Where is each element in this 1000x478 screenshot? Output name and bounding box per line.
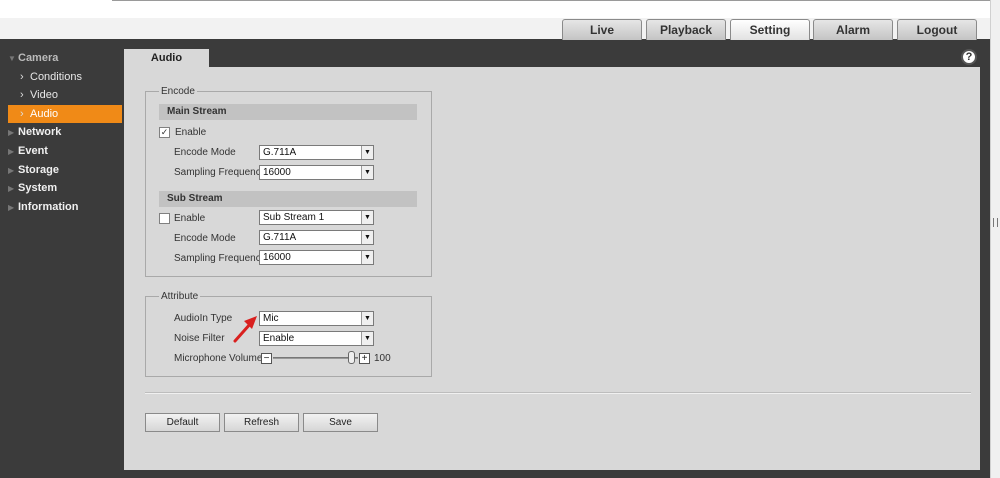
sidebar-item-conditions[interactable]: › Conditions — [8, 68, 122, 86]
main-stream-enable-checkbox[interactable]: ✓ — [159, 127, 170, 138]
dropdown-arrow-icon: ▼ — [361, 231, 373, 244]
main-stream-enable-label: Enable — [175, 127, 207, 138]
audioin-type-label: AudioIn Type — [174, 313, 233, 324]
audioin-type-select[interactable]: Mic ▼ — [259, 311, 374, 326]
select-value: 16000 — [263, 252, 291, 263]
main-stream-header: Main Stream — [159, 104, 417, 120]
volume-slider-track[interactable] — [273, 357, 358, 359]
expand-triangle-icon: ▶ — [8, 128, 15, 137]
sub-encode-mode-select[interactable]: G.711A ▼ — [259, 230, 374, 245]
tab-audio[interactable]: Audio — [124, 49, 209, 68]
microphone-volume-label: Microphone Volume — [174, 353, 263, 364]
noise-filter-select[interactable]: Enable ▼ — [259, 331, 374, 346]
sidebar-item-video[interactable]: › Video — [8, 86, 122, 104]
main-sampling-label: Sampling Frequency — [174, 167, 266, 178]
sidebar-item-label: Audio — [30, 108, 59, 120]
volume-slider-handle[interactable] — [348, 351, 355, 364]
sidebar-item-label: Storage — [18, 164, 59, 176]
encode-legend: Encode — [159, 86, 197, 97]
sidebar-item-system[interactable]: ▶ System — [8, 179, 57, 197]
noise-filter-label: Noise Filter — [174, 333, 225, 344]
main-encode-mode-label: Encode Mode — [174, 147, 236, 158]
collapse-triangle-icon: ▼ — [8, 54, 16, 63]
sub-stream-enable-checkbox[interactable] — [159, 213, 170, 224]
section-divider — [145, 392, 971, 394]
dropdown-arrow-icon: ▼ — [361, 332, 373, 345]
tab-live[interactable]: Live — [562, 19, 642, 40]
sidebar-item-label: Video — [30, 89, 58, 101]
select-value: G.711A — [263, 147, 297, 158]
red-arrow-icon — [233, 316, 257, 343]
sidebar-item-camera[interactable]: ▼ Camera — [8, 49, 58, 67]
app-root: Live Playback Setting Alarm Logout ▼ Came… — [0, 0, 1000, 478]
save-button[interactable]: Save — [303, 413, 378, 432]
attribute-legend: Attribute — [159, 291, 201, 302]
select-value: G.711A — [263, 232, 297, 243]
expand-triangle-icon: ▶ — [8, 147, 15, 156]
sidebar-item-label: Event — [18, 145, 48, 157]
top-strip — [0, 0, 990, 18]
sidebar-item-audio[interactable]: › Audio — [8, 105, 122, 123]
volume-value: 100 — [374, 353, 391, 364]
tab-logout[interactable]: Logout — [897, 19, 977, 40]
refresh-button[interactable]: Refresh — [224, 413, 299, 432]
dropdown-arrow-icon: ▼ — [361, 312, 373, 325]
expand-triangle-icon: ▶ — [8, 184, 15, 193]
chevron-right-icon: › — [20, 108, 24, 120]
sidebar-item-label: Information — [18, 201, 79, 213]
sidebar-item-label: System — [18, 182, 58, 194]
sidebar-item-information[interactable]: ▶ Information — [8, 198, 79, 216]
dropdown-arrow-icon: ▼ — [361, 211, 373, 224]
tab-playback[interactable]: Playback — [646, 19, 726, 40]
sidebar-item-event[interactable]: ▶ Event — [8, 142, 48, 160]
sub-stream-enable-label: Enable — [174, 213, 206, 224]
dropdown-arrow-icon: ▼ — [361, 146, 373, 159]
volume-decrease-button[interactable]: − — [261, 353, 272, 364]
select-value: Sub Stream 1 — [263, 212, 325, 223]
chevron-right-icon: › — [20, 71, 24, 83]
select-value: 16000 — [263, 167, 291, 178]
volume-increase-button[interactable]: + — [359, 353, 370, 364]
tab-alarm[interactable]: Alarm — [813, 19, 893, 40]
main-sampling-select[interactable]: 16000 ▼ — [259, 165, 374, 180]
default-button[interactable]: Default — [145, 413, 220, 432]
sidebar-item-storage[interactable]: ▶ Storage — [8, 161, 59, 179]
main-encode-mode-select[interactable]: G.711A ▼ — [259, 145, 374, 160]
dropdown-arrow-icon: ▼ — [361, 251, 373, 264]
sub-encode-mode-label: Encode Mode — [174, 233, 236, 244]
window-scrollbar[interactable] — [990, 0, 1000, 478]
sub-sampling-label: Sampling Frequency — [174, 253, 266, 264]
sidebar-item-network[interactable]: ▶ Network — [8, 123, 61, 141]
chevron-right-icon: › — [20, 89, 24, 101]
select-value: Enable — [263, 333, 295, 344]
sub-stream-select[interactable]: Sub Stream 1 ▼ — [259, 210, 374, 225]
help-icon[interactable]: ? — [961, 49, 977, 65]
sidebar-item-label: Camera — [18, 52, 59, 64]
tab-setting[interactable]: Setting — [730, 19, 810, 40]
select-value: Mic — [263, 313, 279, 324]
sidebar-item-label: Conditions — [30, 71, 82, 83]
sub-sampling-select[interactable]: 16000 ▼ — [259, 250, 374, 265]
sub-stream-header: Sub Stream — [159, 191, 417, 207]
expand-triangle-icon: ▶ — [8, 203, 15, 212]
dropdown-arrow-icon: ▼ — [361, 166, 373, 179]
expand-triangle-icon: ▶ — [8, 166, 15, 175]
sidebar-item-label: Network — [18, 126, 62, 138]
